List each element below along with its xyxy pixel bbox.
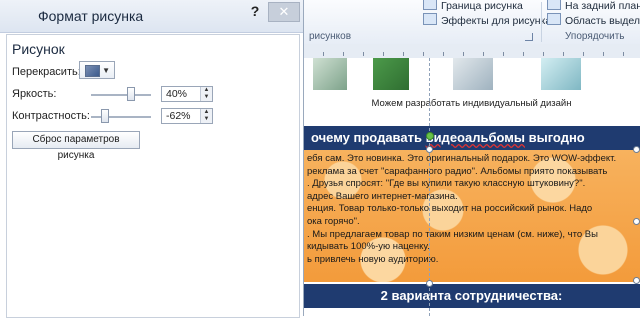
- body-text: ебя сам. Это новинка. Это оригинальный п…: [307, 153, 637, 266]
- ribbon-separator: [541, 2, 542, 42]
- chevron-down-icon: ▼: [102, 66, 110, 75]
- section-banner: очему продавать видеоальбомы выгодно: [303, 126, 640, 150]
- selection-pane-icon: [547, 13, 561, 25]
- contrast-slider-thumb[interactable]: [100, 109, 109, 123]
- send-backward-icon: [547, 0, 561, 10]
- contrast-value[interactable]: -62%: [166, 110, 191, 122]
- picture-border-icon: [423, 0, 437, 10]
- text-line: енция. Товар только-только выходит на ро…: [307, 203, 593, 215]
- brightness-label: Яркость:: [12, 88, 57, 100]
- section-title: Рисунок: [12, 41, 65, 57]
- contrast-slider[interactable]: [91, 109, 151, 123]
- resize-handle-icon[interactable]: [633, 277, 640, 284]
- text-line: ь привлечь новую аудиторию.: [307, 253, 439, 265]
- text-line: . Мы предлагаем товар по таким низким це…: [307, 228, 598, 240]
- cooperation-banner: 2 варианта сотрудничества:: [303, 284, 640, 308]
- dialog-titlebar[interactable]: Формат рисунка ? ✕: [0, 0, 303, 33]
- text-line: кидывать 100%-ую наценку.: [307, 241, 430, 253]
- spinner-arrows-icon[interactable]: ▲ ▼: [200, 87, 212, 101]
- styles-dialog-launcher-icon[interactable]: [525, 33, 533, 41]
- format-picture-dialog: Формат рисунка ? ✕ Рисунок Перекрасить: …: [0, 0, 304, 318]
- album-thumbnail: [313, 58, 347, 90]
- rotate-handle-icon[interactable]: [426, 132, 434, 140]
- picture-effects-icon: [423, 13, 437, 25]
- brightness-slider-thumb[interactable]: [127, 87, 136, 101]
- send-backward-button[interactable]: На задний план: [547, 0, 640, 12]
- text-line: ока горячо".: [307, 215, 360, 227]
- group-label-arrange: Упорядочить: [565, 31, 625, 42]
- thumbnail-strip: [303, 58, 640, 94]
- resize-handle-icon[interactable]: [633, 218, 640, 225]
- resize-handle-icon[interactable]: [426, 280, 433, 287]
- picture-border-button[interactable]: Граница рисунка: [423, 0, 523, 12]
- design-caption: Можем разработать индивидуальный дизайн: [371, 98, 572, 109]
- recolor-label: Перекрасить:: [12, 66, 81, 78]
- dialog-title: Формат рисунка: [38, 8, 144, 24]
- resize-handle-icon[interactable]: [633, 146, 640, 153]
- resize-handle-icon[interactable]: [426, 146, 433, 153]
- recolor-dropdown[interactable]: ▼: [79, 61, 115, 79]
- horizontal-ruler[interactable]: [303, 44, 640, 59]
- text-line: реклама за счет "сарафанного радио". Аль…: [307, 165, 608, 177]
- help-icon[interactable]: ?: [248, 3, 262, 19]
- selection-pane-button[interactable]: Область выделения: [547, 13, 640, 27]
- contrast-spinner[interactable]: -62% ▲ ▼: [161, 108, 213, 124]
- brightness-slider[interactable]: [91, 87, 151, 101]
- recolor-swatch-icon: [85, 65, 100, 77]
- album-thumbnail: [373, 58, 409, 90]
- reset-picture-button[interactable]: Сброс параметров рисунка: [12, 131, 140, 161]
- close-icon[interactable]: ✕: [268, 2, 300, 22]
- picture-settings-panel: Рисунок Перекрасить: ▼ Яркость: 40% ▲ ▼ К…: [6, 34, 300, 318]
- album-thumbnail: [541, 58, 581, 90]
- album-thumbnail: [453, 58, 493, 90]
- text-line: . Друзья спросят: "Где вы купили такую к…: [307, 178, 586, 190]
- text-line: адрес Вашего интернет-магазина.: [307, 190, 458, 202]
- selection-guide-line: [429, 58, 430, 316]
- brightness-spinner[interactable]: 40% ▲ ▼: [161, 86, 213, 102]
- picture-effects-button[interactable]: Эффекты для рисунка ▾: [423, 13, 559, 27]
- spinner-arrows-icon[interactable]: ▲ ▼: [200, 109, 212, 123]
- text-line: ебя сам. Это новинка. Это оригинальный п…: [307, 153, 617, 164]
- contrast-label: Контрастность:: [12, 110, 90, 122]
- group-label-styles: рисунков: [309, 31, 352, 42]
- ribbon: Граница рисунка Эффекты для рисунка ▾ На…: [303, 0, 640, 45]
- document-area[interactable]: Можем разработать индивидуальный дизайн …: [303, 58, 640, 316]
- brightness-value[interactable]: 40%: [166, 88, 187, 100]
